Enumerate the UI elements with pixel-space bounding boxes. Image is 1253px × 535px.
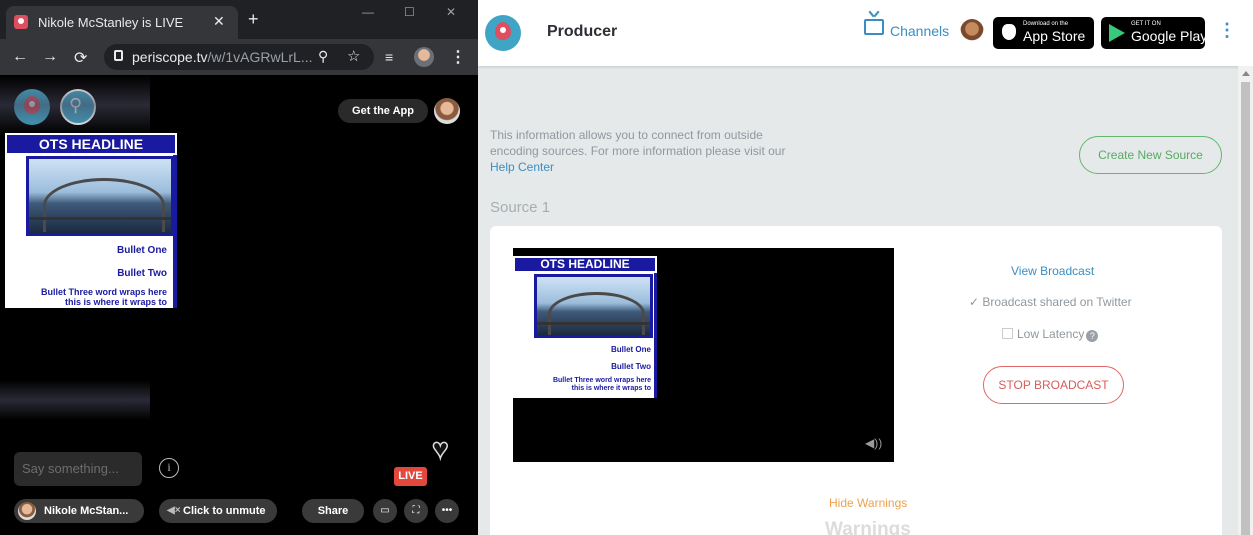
ots-bullet-one: Bullet One	[610, 345, 651, 354]
ots-graphic: OTS HEADLINE Bullet One Bullet Two Bulle…	[5, 133, 177, 308]
share-button[interactable]: Share	[302, 499, 364, 523]
ots-side-bar	[173, 155, 177, 308]
bridge-photo	[534, 274, 653, 338]
help-center-link[interactable]: Help Center	[490, 160, 554, 174]
low-latency-checkbox[interactable]	[1002, 328, 1013, 339]
tv-icon[interactable]	[864, 19, 884, 35]
ots-bullet-three-line1: Bullet Three word wraps here	[40, 287, 167, 297]
video-glow	[0, 75, 150, 135]
minimize-icon[interactable]: —	[362, 5, 374, 19]
help-icon[interactable]: ?	[1086, 330, 1099, 342]
producer-header: Producer Channels Download on the App St…	[478, 0, 1253, 66]
ots-bullet-three-line2: this is where it wraps to	[64, 297, 167, 307]
app-store-big-text: App Store	[1023, 28, 1086, 44]
periscope-favicon-icon	[14, 15, 28, 29]
low-latency-option[interactable]: Low Latency?	[1002, 327, 1099, 342]
app-store-small-text: Download on the	[1023, 21, 1069, 27]
get-app-button[interactable]: Get the App	[338, 99, 428, 123]
video-glow	[0, 380, 150, 420]
bridge-photo	[26, 156, 174, 236]
hide-warnings-link[interactable]: Hide Warnings	[829, 496, 907, 510]
broadcast-preview[interactable]: OTS HEADLINE Bullet One Bullet Two Bulle…	[513, 248, 894, 462]
user-avatar[interactable]	[960, 19, 984, 45]
periscope-logo-icon[interactable]	[485, 15, 521, 51]
stop-broadcast-button[interactable]: STOP BROADCAST	[983, 366, 1124, 404]
warnings-title: Warnings	[825, 519, 911, 535]
fullscreen-icon[interactable]: ⛶	[404, 499, 428, 523]
encoder-info-text: This information allows you to connect f…	[490, 127, 800, 175]
scrollbar-thumb[interactable]	[1241, 82, 1250, 535]
new-tab-icon[interactable]: +	[248, 9, 259, 30]
source-title: Source 1	[490, 199, 551, 216]
reading-list-icon[interactable]: ≡	[385, 49, 393, 65]
info-text: This information allows you to connect f…	[490, 128, 786, 158]
more-options-icon[interactable]: •••	[435, 499, 459, 523]
ots-bullet-one: Bullet One	[116, 245, 167, 256]
url-path: /w/1vAGRwLrL...	[207, 49, 313, 65]
browser-menu-icon[interactable]: ⋮	[450, 47, 466, 67]
create-new-source-button[interactable]: Create New Source	[1079, 136, 1222, 174]
tab-title: Nikole McStanley is LIVE	[38, 15, 184, 30]
video-viewer[interactable]: ⚲ Get the App OTS HEADLINE Bullet One Bu…	[0, 75, 478, 535]
ots-graphic: OTS HEADLINE Bullet One Bullet Two Bulle…	[513, 256, 657, 398]
broadcaster-name: Nikole McStan...	[44, 505, 129, 517]
omnibox[interactable]: periscope.tv/w/1vAGRwLrL... ⚲ ☆	[104, 44, 374, 70]
theater-mode-icon[interactable]: ▭	[373, 499, 397, 523]
comment-input[interactable]: Say something...	[14, 452, 142, 486]
broadcaster-avatar	[18, 502, 36, 520]
info-icon[interactable]: i	[159, 458, 179, 478]
tab-bar: Nikole McStanley is LIVE ✕ + — ☐ ✕	[0, 0, 478, 39]
live-badge: LIVE	[394, 467, 427, 486]
view-broadcast-link[interactable]: View Broadcast	[1011, 264, 1094, 278]
user-avatar[interactable]	[434, 98, 460, 124]
ots-bullet-two: Bullet Two	[611, 362, 651, 371]
ots-bullet-three-line2: this is where it wraps to	[571, 385, 651, 392]
unmute-button[interactable]: ◀× Click to unmute	[159, 499, 277, 523]
lock-icon	[114, 50, 123, 61]
address-bar-row: ← → ⟳ periscope.tv/w/1vAGRwLrL... ⚲ ☆ ≡ …	[0, 39, 478, 75]
ots-side-bar	[654, 273, 657, 398]
url-text[interactable]: periscope.tv/w/1vAGRwLrL...	[132, 49, 313, 65]
url-domain: periscope.tv	[132, 49, 208, 65]
apple-icon	[1002, 24, 1016, 40]
back-icon[interactable]: ←	[12, 48, 28, 66]
maximize-icon[interactable]: ☐	[404, 5, 415, 19]
google-play-big-text: Google Play	[1131, 28, 1208, 44]
google-play-small-text: GET IT ON	[1131, 21, 1161, 27]
ots-bullet-three-line1: Bullet Three word wraps here	[552, 377, 651, 384]
muted-speaker-icon: ◀×	[167, 505, 181, 516]
scroll-up-icon[interactable]	[1242, 71, 1250, 76]
google-play-icon	[1109, 24, 1125, 42]
page-title: Producer	[547, 23, 618, 40]
broadcaster-pill[interactable]: Nikole McStan...	[14, 499, 144, 523]
producer-page: Producer Channels Download on the App St…	[478, 0, 1253, 535]
more-menu-icon[interactable]: ⋮	[1218, 20, 1236, 41]
reload-icon[interactable]: ⟳	[74, 48, 87, 68]
source-card: OTS HEADLINE Bullet One Bullet Two Bulle…	[490, 226, 1222, 535]
close-window-icon[interactable]: ✕	[446, 5, 456, 19]
viewer-browser-window: Nikole McStanley is LIVE ✕ + — ☐ ✕ ← → ⟳…	[0, 0, 478, 535]
heart-icon[interactable]: ♥	[431, 432, 449, 465]
unmute-label: Click to unmute	[183, 505, 266, 517]
zoom-icon[interactable]: ⚲	[318, 48, 328, 65]
speaker-icon[interactable]: ◀))	[865, 436, 882, 450]
google-play-badge[interactable]: GET IT ON Google Play	[1101, 17, 1208, 49]
channels-link[interactable]: Channels	[890, 23, 949, 39]
ots-bullet-two: Bullet Two	[117, 268, 167, 279]
forward-icon[interactable]: →	[42, 48, 58, 66]
bookmark-star-icon[interactable]: ☆	[347, 47, 360, 65]
app-store-badge[interactable]: Download on the App Store	[993, 17, 1094, 49]
ots-headline: OTS HEADLINE	[5, 133, 177, 155]
low-latency-label: Low Latency	[1017, 327, 1085, 341]
ots-headline: OTS HEADLINE	[513, 256, 657, 273]
browser-tab[interactable]: Nikole McStanley is LIVE ✕	[6, 6, 238, 39]
profile-avatar[interactable]	[414, 47, 434, 67]
close-tab-icon[interactable]: ✕	[213, 13, 225, 30]
shared-on-twitter-text: ✓ Broadcast shared on Twitter	[969, 295, 1132, 309]
page-scrollbar[interactable]	[1238, 66, 1253, 535]
